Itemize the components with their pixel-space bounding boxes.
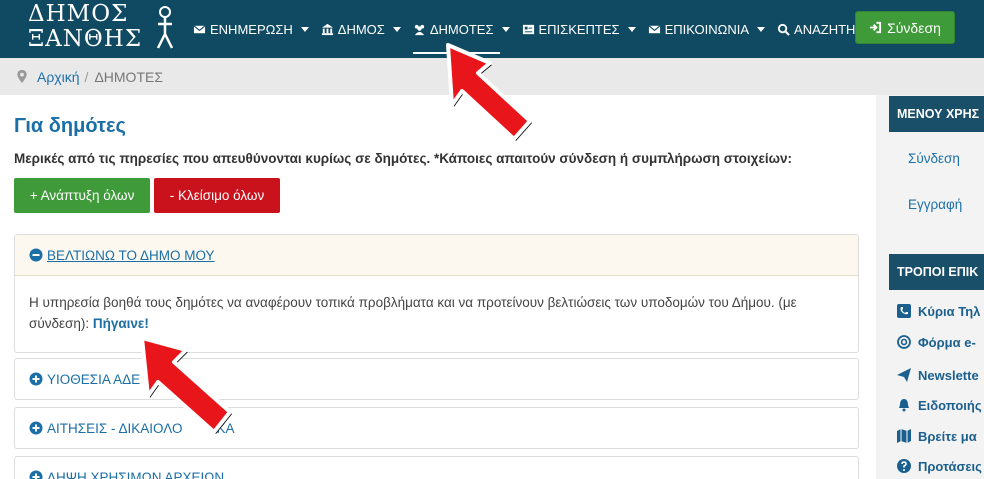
bell-icon [899,399,909,412]
accordion-header[interactable]: ΛΗΨΗ ΧΡΗΣΙΜΩΝ ΑΡΧΕΙΩΝ [29,470,224,479]
nav-item-label: ΕΠΙΚΟΙΝΩΝΙΑ [664,21,750,37]
id-card-icon [522,24,534,34]
caret-down-icon [627,26,636,32]
nav-item-epikoinonia[interactable]: ΕΠΙΚΟΙΝΩΝΙΑ [648,0,766,58]
breadcrumb-current: ΔΗΜΟΤΕΣ [94,68,163,85]
envelope-icon [193,24,206,33]
plus-circle-icon [29,372,43,386]
paper-plane-icon [897,368,911,382]
sidebar-contact-phone[interactable]: Κύρια Τηλ [896,303,980,319]
map-marker-icon [17,70,27,83]
sidebar-register-link[interactable]: Εγγραφή [908,197,962,212]
bank-icon [321,23,333,35]
caret-down-icon [392,26,401,32]
question-icon [897,459,911,473]
sign-in-icon [870,21,882,34]
contact-label: Προτάσεις [918,458,982,474]
breadcrumb-separator: / [84,68,89,85]
accordion-panel-files[interactable]: ΛΗΨΗ ΧΡΗΣΙΜΩΝ ΑΡΧΕΙΩΝ [14,456,859,479]
at-icon [897,335,911,349]
plus-circle-icon [29,470,43,479]
contact-label: Φόρμα e- [918,334,976,350]
accordion-title: ΥΙΟΘΕΣΙΑ ΑΔΕ [47,371,141,387]
envelope-icon [648,24,661,33]
logo-figure-icon [156,6,174,49]
nav-item-label: ΕΠΙΣΚΕΠΤΕΣ [538,21,620,37]
expand-all-button[interactable]: + Ανάπτυξη όλων [14,178,150,213]
contact-label: Newslette [918,367,979,383]
sidebar-contact-heading: ΤΡΟΠΟΙ ΕΠΙΚ [889,254,984,290]
nav-item-dimos[interactable]: ΔΗΜΟΣ [321,0,401,58]
sidebar-contact-map[interactable]: Βρείτε μα [896,428,977,444]
page-title: Για δημότες [14,115,126,137]
collapse-all-button[interactable]: - Κλείσιμο όλων [154,178,280,213]
users-icon [414,24,424,35]
phone-icon [897,304,911,318]
caret-down-icon [757,26,766,32]
sidebar-contact-form[interactable]: Φόρμα e- [896,334,976,350]
site-logo[interactable]: ΔΗΜΟΣ ΞΑΝΘΗΣ [28,2,180,54]
nav-item-label: ΔΗΜΟΣ [337,21,385,37]
accordion-header[interactable]: ΥΙΟΘΕΣΙΑ ΑΔΕ [29,372,140,387]
sidebar-menu-heading: ΜΕΝΟΥ ΧΡΗΣ [889,96,984,132]
nav-item-label: ΕΝΗΜΕΡΩΣΗ [210,21,293,37]
red-arrow-icon [446,43,532,141]
caret-down-icon [300,26,309,32]
accordion-title: ΛΗΨΗ ΧΡΗΣΙΜΩΝ ΑΡΧΕΙΩΝ [47,469,225,479]
plus-circle-icon [29,421,43,435]
intro-text: Μερικές από τις πηρεσίες που απευθύνοντα… [14,151,793,166]
accordion-title: ΒΕΛΤΙΩΝΩ ΤΟ ΔΗΜΟ ΜΟΥ [47,247,215,263]
contact-label: Κύρια Τηλ [918,303,981,319]
caret-down-icon [501,26,510,32]
contact-label: Ειδοποιής [918,397,982,413]
login-button[interactable]: Σύνδεση [855,11,955,44]
accordion-body: Η υπηρεσία βοηθά τους δημότες να αναφέρο… [15,276,845,334]
accordion-header[interactable]: ΒΕΛΤΙΩΝΩ ΤΟ ΔΗΜΟ ΜΟΥ [15,235,858,276]
login-label: Σύνδεση [887,19,941,36]
minus-circle-icon [29,248,43,262]
breadcrumb-home-link[interactable]: Αρχική [37,69,80,85]
contact-label: Βρείτε μα [918,428,977,444]
sidebar-contact-suggestions[interactable]: Προτάσεις [896,458,982,474]
sidebar-contact-newsletter[interactable]: Newslette [896,367,979,383]
sidebar-login-link[interactable]: Σύνδεση [908,151,960,166]
go-link[interactable]: Πήγαινε! [93,316,149,331]
map-icon [897,429,911,443]
nav-item-enimerosi[interactable]: ΕΝΗΜΕΡΩΣΗ [193,0,309,58]
sidebar-contact-notifications[interactable]: Ειδοποιής [896,397,982,413]
red-arrow-icon [140,336,232,434]
search-icon [777,23,790,36]
